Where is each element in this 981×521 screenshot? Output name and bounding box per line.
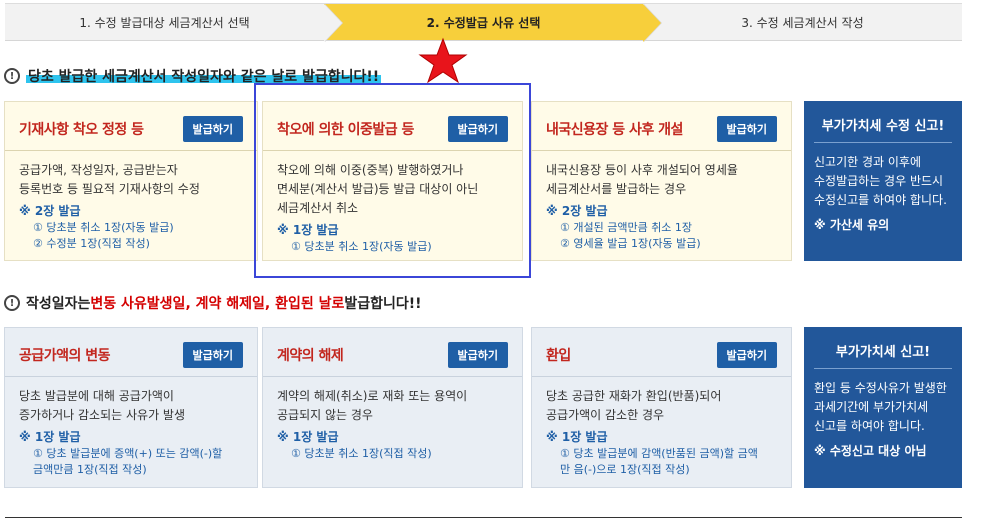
card-title: 공급가액의 변동 [19,348,111,364]
section2-heading: ! 작성일자는 변동 사유발생일, 계약 해제일, 환입된 날로 발급합니다!! [4,293,422,313]
step-arrow [643,4,661,42]
card-sub: ② 영세율 발급 1장(자동 발급) [560,237,701,250]
card-sub: ① 개설된 금액만큼 취소 1장 [560,221,693,234]
card-count: ※ 2장 발급 [19,204,81,218]
panel-note: ※ 수정신고 대상 아님 [814,444,927,458]
panel-title: 부가가치세 수정 신고! [814,115,952,143]
card-correction-error: 기재사항 착오 정정 등 발급하기 공급가액, 작성일자, 공급받는자 등록번호… [4,101,258,261]
step-1-label: 1. 수정 발급대상 세금계산서 선택 [79,15,250,30]
issue-button[interactable]: 발급하기 [447,342,508,368]
step-1: 1. 수정 발급대상 세금계산서 선택 [5,3,343,42]
card-local-lc: 내국신용장 등 사후 개설 발급하기 내국신용장 등이 사후 개설되어 영세율 … [531,101,792,261]
step-2-label: 2. 수정발급 사유 선택 [426,15,541,30]
issue-button[interactable]: 발급하기 [716,342,777,368]
step-arrow [324,4,342,42]
selection-highlight-box [254,83,531,278]
issue-button[interactable]: 발급하기 [182,342,243,368]
panel-text: 환입 등 수정사유가 발생한 과세기간에 부가가치세 신고를 하여야 합니다. [814,381,947,433]
card-title: 환입 [546,348,571,364]
section2-heading-text-3: 발급합니다!! [344,296,422,312]
card-sub: 만 음(-)으로 1장(직접 작성) [560,463,690,476]
info-icon: ! [4,295,20,311]
card-count: ※ 2장 발급 [546,204,608,218]
issue-button[interactable]: 발급하기 [716,116,777,142]
card-sub: ① 당초 발급분에 증액(+) 또는 감액(-)할 [33,447,223,460]
card-sub: ① 당초분 취소 1장(직접 작성) [291,447,432,460]
card-description: 당초 공급한 재화가 환입(반품)되어 공급가액이 감소한 경우 [546,389,722,422]
card-description: 공급가액, 작성일자, 공급받는자 등록번호 등 필요적 기재사항의 수정 [19,163,200,196]
step-3: 3. 수정 세금계산서 작성 [643,3,962,40]
step-progress-bar: 1. 수정 발급대상 세금계산서 선택 2. 수정발급 사유 선택 3. 수정 … [5,3,962,42]
panel-text: 신고기한 경과 이후에 수정발급하는 경우 반드시 수정신고를 하여야 합니다. [814,155,947,207]
vat-report-panel: 부가가치세 신고! 환입 등 수정사유가 발생한 과세기간에 부가가치세 신고를… [804,327,962,488]
card-sub: ② 수정분 1장(직접 작성) [33,237,150,250]
card-count: ※ 1장 발급 [19,430,81,444]
panel-note: ※ 가산세 유의 [814,218,890,232]
card-description: 내국신용장 등이 사후 개설되어 영세율 세금계산서를 발급하는 경우 [546,163,738,196]
bottom-divider [5,517,962,518]
card-supply-change: 공급가액의 변동 발급하기 당초 발급분에 대해 공급가액이 증가하거나 감소되… [4,327,258,488]
card-count: ※ 1장 발급 [277,430,339,444]
card-return: 환입 발급하기 당초 공급한 재화가 환입(반품)되어 공급가액이 감소한 경우… [531,327,792,488]
card-description: 당초 발급분에 대해 공급가액이 증가하거나 감소되는 사유가 발생 [19,389,186,422]
card-contract-cancel: 계약의 해제 발급하기 계약의 해제(취소)로 재화 또는 용역이 공급되지 않… [262,327,523,488]
section2-heading-text-1: 작성일자는 [26,296,91,312]
card-title: 내국신용장 등 사후 개설 [546,122,683,138]
card-title: 기재사항 착오 정정 등 [19,122,144,138]
card-sub: 금액만큼 1장(직접 작성) [33,463,147,476]
vat-amend-panel: 부가가치세 수정 신고! 신고기한 경과 이후에 수정발급하는 경우 반드시 수… [804,101,962,261]
card-count: ※ 1장 발급 [546,430,608,444]
issue-button[interactable]: 발급하기 [182,116,243,142]
star-annotation-icon [418,37,468,84]
panel-title: 부가가치세 신고! [814,341,952,369]
info-icon: ! [4,68,20,84]
step-2: 2. 수정발급 사유 선택 [324,3,662,42]
section2-heading-text-2: 변동 사유발생일, 계약 해제일, 환입된 날로 [90,296,345,312]
card-sub: ① 당초분 취소 1장(자동 발급) [33,221,174,234]
card-title: 계약의 해제 [277,348,344,364]
card-description: 계약의 해제(취소)로 재화 또는 용역이 공급되지 않는 경우 [277,389,468,422]
card-sub: ① 당초 발급분에 감액(반품된 금액)할 금액 [560,447,758,460]
step-3-label: 3. 수정 세금계산서 작성 [741,15,864,30]
